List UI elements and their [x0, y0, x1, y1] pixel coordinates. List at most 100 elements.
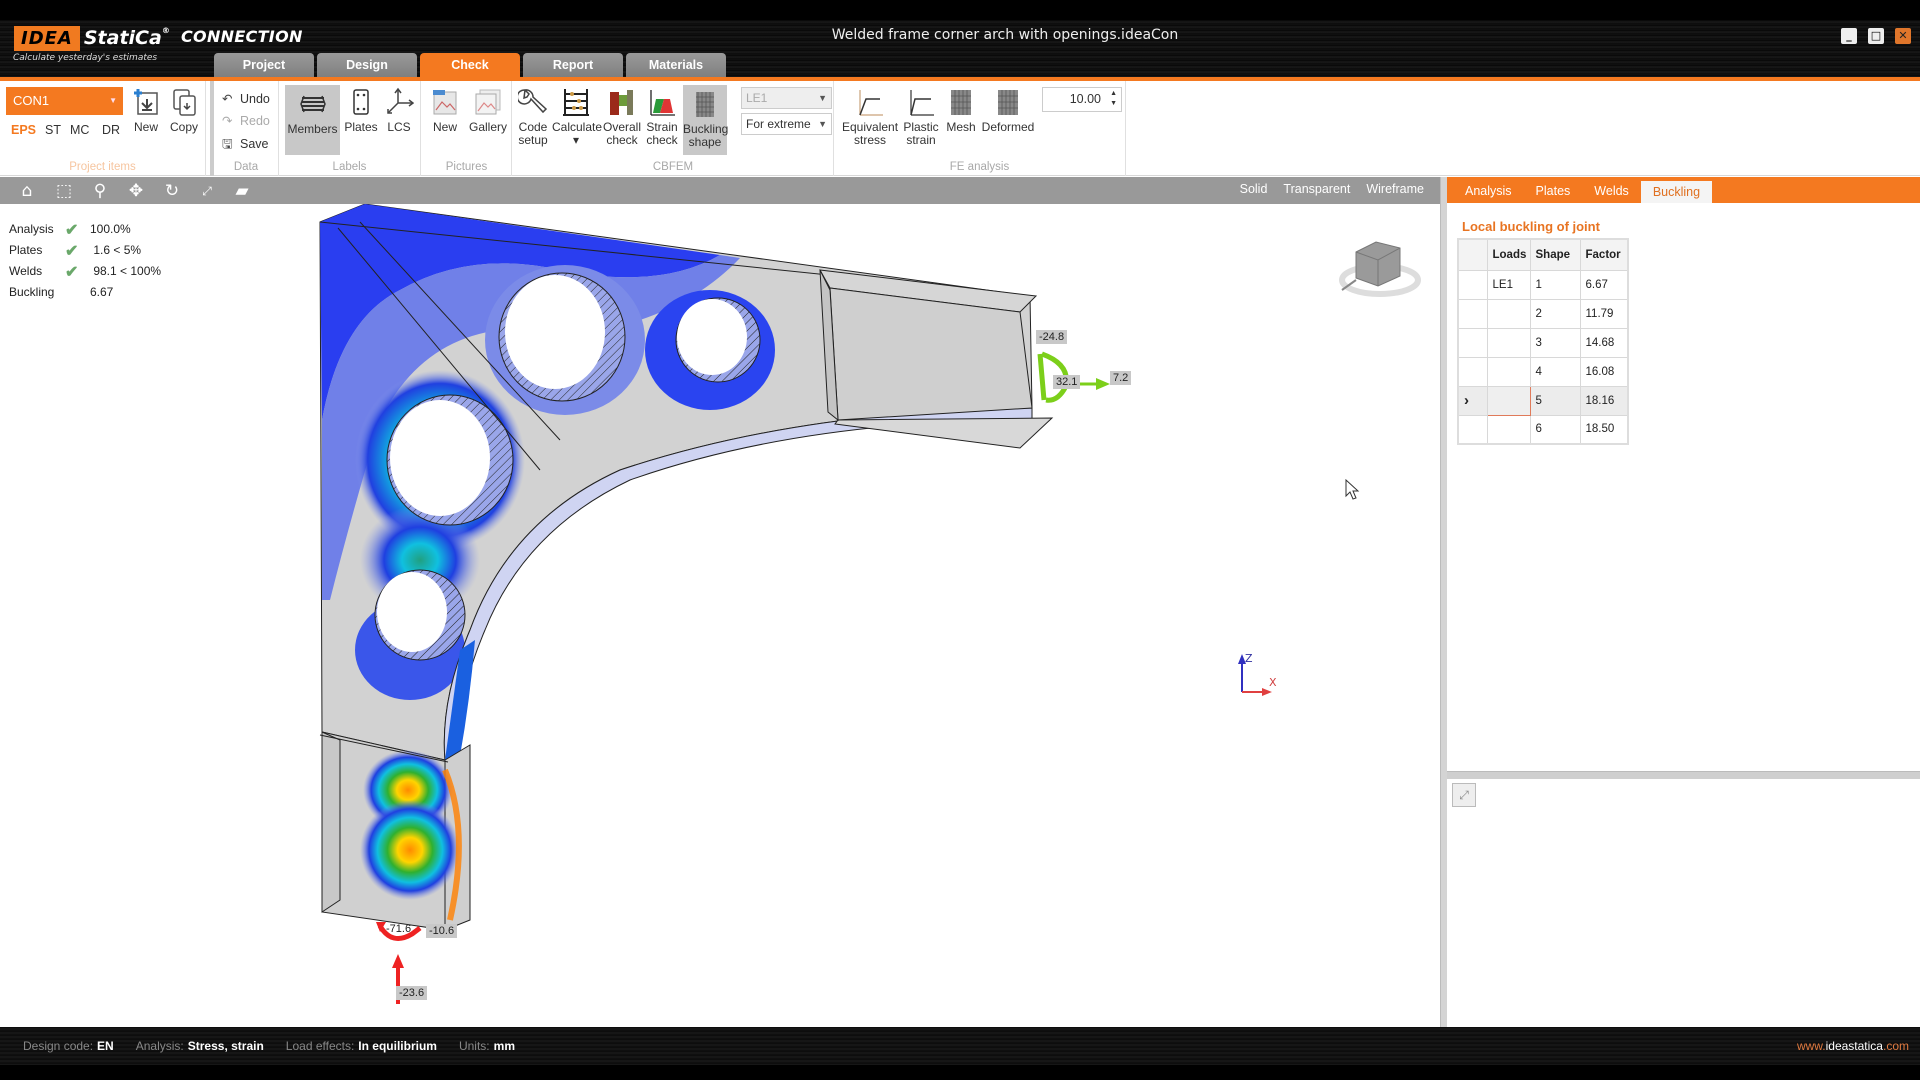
axes-triad-icon	[1238, 654, 1272, 696]
results-tabs: Analysis Plates Welds Buckling	[1447, 177, 1920, 203]
table-row[interactable]: 3 14.68	[1457, 327, 1629, 358]
results-panel: Analysis Plates Welds Buckling Local buc…	[1447, 177, 1920, 1027]
document-title: Welded frame corner arch with openings.i…	[831, 27, 1179, 43]
strain-check-button[interactable]: Strain check	[644, 87, 680, 147]
tab-plates[interactable]: Plates	[1524, 177, 1583, 203]
calculate-icon	[563, 89, 589, 116]
ribbon-group-cbfem: Code setup Calculate ▾ Overall check Strain…	[513, 81, 834, 176]
view-cube-icon[interactable]	[1338, 230, 1428, 310]
ribbon: CON1 ▼ EPS ST MC DR New Copy Project ite…	[0, 81, 1920, 176]
subtab-dr[interactable]: DR	[102, 123, 120, 137]
home-icon[interactable]: ⌂	[16, 180, 38, 202]
fe-model-render[interactable]	[0, 204, 1440, 1027]
save-button[interactable]: 🖫 Save	[222, 135, 269, 156]
subtab-mc[interactable]: MC	[70, 123, 89, 137]
equivalent-stress-button[interactable]: Equivalent stress	[842, 87, 898, 147]
members-toggle[interactable]: Members	[285, 85, 340, 155]
view-3d-icon[interactable]: ▰	[231, 180, 253, 202]
code-setup-button[interactable]: Code setup	[517, 87, 549, 147]
strain-check-icon	[650, 90, 675, 116]
copy-item-button[interactable]: Copy	[167, 87, 201, 134]
spinner-arrows-icon[interactable]: ▲ ▼	[1110, 89, 1117, 109]
plates-icon	[353, 89, 369, 115]
maximize-button[interactable]: □	[1868, 28, 1884, 44]
table-row[interactable]: 4 16.08	[1457, 356, 1629, 387]
calculate-button[interactable]: Calculate ▾	[552, 87, 602, 147]
tab-materials[interactable]: Materials	[626, 53, 726, 77]
lcs-toggle[interactable]: LCS	[381, 87, 417, 134]
website-link[interactable]: www.ideastatica.com	[1797, 1039, 1909, 1053]
new-item-button[interactable]: New	[130, 87, 162, 134]
load-effect-select[interactable]: LE1 ▼	[741, 87, 832, 109]
table-row[interactable]: LE1 1 6.67	[1457, 269, 1629, 300]
wrench-icon	[518, 89, 548, 114]
plates-toggle[interactable]: Plates	[343, 87, 379, 134]
force-label-bottom-n: -23.6	[396, 986, 428, 1000]
plastic-strain-button[interactable]: Plastic strain	[901, 87, 941, 147]
status-analysis: Analysis: Stress, strain	[135, 1039, 264, 1053]
deformed-button[interactable]: Deformed	[980, 87, 1036, 134]
force-label-bottom-vz: -10.6	[426, 924, 458, 938]
ribbon-group-data: ↶ Undo ↷ Redo 🖫 Save Data	[210, 81, 279, 176]
new-picture-button[interactable]: New	[426, 87, 464, 134]
table-row[interactable]: 2 11.79	[1457, 298, 1629, 329]
expand-icon[interactable]: ⤢	[1452, 783, 1476, 807]
minimize-button[interactable]: _	[1841, 28, 1857, 44]
zoom-window-icon[interactable]: ⬚	[53, 180, 75, 202]
tab-report[interactable]: Report	[523, 53, 623, 77]
buckling-shape-icon	[696, 92, 714, 117]
pan-icon[interactable]: ✥	[125, 180, 147, 202]
redo-icon: ↷	[222, 114, 233, 128]
tab-design[interactable]: Design	[317, 53, 417, 77]
extreme-select[interactable]: For extreme ▼	[741, 113, 832, 135]
fit-icon[interactable]: ⤢	[196, 180, 218, 202]
mesh-icon	[951, 90, 971, 115]
panel-title: Local buckling of joint	[1462, 219, 1600, 234]
panel-horizontal-splitter[interactable]	[1447, 771, 1920, 779]
table-row[interactable]: 6 18.50	[1457, 414, 1629, 445]
mouse-cursor-icon	[1345, 479, 1360, 500]
axis-z-label: Z	[1245, 652, 1253, 665]
ribbon-group-pictures: New Gallery Pictures	[422, 81, 512, 176]
lcs-axes-icon	[387, 87, 414, 114]
tab-welds[interactable]: Welds	[1582, 177, 1641, 203]
buckling-shape-button[interactable]: Buckling shape	[683, 85, 728, 155]
group-label-pictures: Pictures	[445, 161, 488, 173]
render-transparent-button[interactable]: Transparent	[1283, 182, 1350, 196]
tab-analysis[interactable]: Analysis	[1453, 177, 1524, 203]
app-window: IDEA StatiCa® CONNECTION Calculate yester…	[0, 0, 1920, 1080]
title-bar: IDEA StatiCa® CONNECTION Calculate yester…	[0, 0, 1920, 77]
chevron-down-icon: ▼	[818, 119, 827, 129]
table-header: Loads Shape Factor	[1457, 238, 1629, 271]
subtab-st[interactable]: ST	[45, 123, 61, 137]
mesh-button[interactable]: Mesh	[943, 87, 979, 134]
overall-check-button[interactable]: Overall check	[602, 87, 642, 147]
main-tabs: Project Design Check Report Materials	[214, 53, 726, 77]
group-label-project-items: Project items	[69, 161, 136, 173]
undo-button[interactable]: ↶ Undo	[222, 91, 270, 106]
render-modes: Solid Transparent Wireframe	[1240, 182, 1424, 196]
tab-project[interactable]: Project	[214, 53, 314, 77]
equivalent-stress-icon	[859, 90, 883, 116]
group-label-labels: Labels	[332, 161, 367, 173]
rotate-icon[interactable]: ↻	[161, 180, 183, 202]
tab-buckling[interactable]: Buckling	[1640, 181, 1713, 203]
deformation-scale-input[interactable]: 10.00 ▲ ▼	[1042, 87, 1122, 112]
group-label-data: Data	[233, 161, 259, 173]
render-solid-button[interactable]: Solid	[1240, 182, 1268, 196]
zoom-icon[interactable]: ⚲	[89, 180, 111, 202]
3d-viewport[interactable]: -24.8 32.1 7.2 -71.6 -10.6 -23.6 Z X	[0, 204, 1440, 1027]
redo-button[interactable]: ↷ Redo	[222, 113, 270, 128]
close-button[interactable]: ✕	[1895, 28, 1911, 44]
status-load-effects: Load effects: In equilibrium	[285, 1039, 437, 1053]
render-wireframe-button[interactable]: Wireframe	[1366, 182, 1424, 196]
group-label-cbfem: CBFEM	[652, 161, 694, 173]
panel-splitter[interactable]	[1440, 177, 1447, 1027]
tab-check[interactable]: Check	[420, 53, 520, 77]
table-row-selected[interactable]: › 5 18.16	[1457, 385, 1629, 416]
tagline: Calculate yesterday's estimates	[13, 53, 158, 63]
gallery-button[interactable]: Gallery	[467, 87, 509, 134]
connection-select[interactable]: CON1 ▼	[6, 87, 123, 115]
subtab-eps[interactable]: EPS	[11, 123, 36, 137]
chevron-down-icon: ▼	[818, 93, 827, 103]
